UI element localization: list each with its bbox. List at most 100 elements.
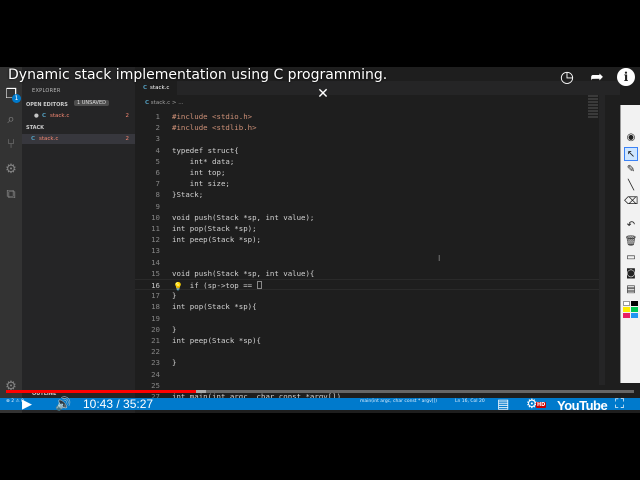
- search-icon[interactable]: ⌕: [3, 112, 19, 128]
- letterbox-top: [0, 0, 640, 67]
- line-icon[interactable]: ╲: [624, 179, 638, 193]
- code-line[interactable]: 21 int peep(Stack *sp){: [135, 335, 605, 346]
- monitor-icon[interactable]: ▭: [624, 251, 638, 265]
- code-line[interactable]: 2 #include <stdlib.h>: [135, 122, 605, 133]
- code-line[interactable]: 8 }Stack;: [135, 189, 605, 200]
- pen-icon[interactable]: ✎: [624, 163, 638, 177]
- open-editor-item[interactable]: ● C stack.c 2: [22, 111, 135, 121]
- mouse-cursor-icon: I: [438, 254, 441, 263]
- camera-icon[interactable]: ◙: [624, 267, 638, 281]
- color-swatch-green[interactable]: [631, 307, 638, 312]
- code-line[interactable]: 13: [135, 245, 605, 256]
- status-breadcrumb: main(int argc, char const * argv[]): [360, 399, 437, 404]
- code-text: }Stack;: [172, 190, 204, 200]
- code-line[interactable]: 11 int pop(Stack *sp);: [135, 223, 605, 234]
- eraser-icon[interactable]: ⌫: [624, 195, 638, 209]
- play-icon[interactable]: ▶: [22, 395, 32, 415]
- code-line[interactable]: 14: [135, 257, 605, 268]
- breadcrumb[interactable]: C stack.c > ...: [145, 100, 184, 106]
- watch-later-icon[interactable]: ◷: [557, 67, 577, 87]
- line-number: 9: [155, 201, 160, 211]
- open-editors-header[interactable]: OPEN EDITORS: [26, 102, 68, 108]
- line-number: 21: [151, 336, 160, 345]
- clipboard-icon[interactable]: ▤: [624, 283, 638, 297]
- pointer-icon[interactable]: ↖: [624, 147, 638, 161]
- eye-icon[interactable]: ◉: [624, 131, 638, 145]
- breadcrumb-file: stack.c: [150, 100, 171, 106]
- line-number: 3: [155, 134, 160, 144]
- undo-icon[interactable]: ↶: [624, 219, 638, 233]
- status-position[interactable]: Ln 16, Col 20: [455, 399, 485, 404]
- source-control-icon[interactable]: ⑂: [3, 137, 19, 153]
- line-number: 6: [155, 168, 160, 177]
- c-file-icon: C: [143, 85, 148, 91]
- extensions-icon[interactable]: ⧉: [3, 187, 19, 203]
- line-number: 19: [151, 313, 160, 323]
- code-line[interactable]: 7 int size;: [135, 178, 605, 189]
- editor-area[interactable]: Cstack.c C stack.c > ... 1 #include <stdi…: [135, 67, 620, 413]
- code-text: void push(Stack *sp, int value){: [172, 268, 315, 278]
- volume-icon[interactable]: 🔊: [55, 395, 71, 415]
- letterbox-bottom: [0, 413, 640, 480]
- problem-count: 2: [125, 113, 130, 119]
- code-line[interactable]: 17}: [135, 290, 605, 301]
- youtube-logo[interactable]: YouTube: [557, 398, 608, 413]
- minimap[interactable]: [588, 95, 598, 135]
- code-text: int pop(Stack *sp){: [172, 302, 257, 312]
- code-text: int peep(Stack *sp);: [172, 235, 261, 245]
- color-swatch-white[interactable]: [623, 301, 630, 306]
- fullscreen-icon[interactable]: ⛶: [615, 395, 624, 415]
- code-line[interactable]: 18 int pop(Stack *sp){: [135, 301, 605, 312]
- line-number: 2: [155, 123, 160, 133]
- video-title[interactable]: Dynamic stack implementation using C pro…: [8, 67, 387, 83]
- c-file-icon: C: [42, 113, 47, 119]
- code-text: typedef struct{: [172, 145, 239, 155]
- debug-icon[interactable]: ⚙: [3, 162, 19, 178]
- code-line[interactable]: 3: [135, 133, 605, 144]
- unsaved-badge: 1 UNSAVED: [74, 100, 109, 106]
- close-icon[interactable]: ✕: [314, 85, 332, 103]
- line-number: 14: [151, 257, 160, 267]
- code-text: int* data;: [172, 156, 235, 166]
- folder-header[interactable]: STACK: [26, 125, 44, 131]
- code-line[interactable]: 20}: [135, 324, 605, 335]
- c-file-icon: C: [145, 100, 150, 106]
- line-number: 17: [151, 291, 160, 301]
- folder-file-item[interactable]: C stack.c 2: [22, 134, 135, 144]
- time-display: 10:43 / 35:27: [83, 397, 154, 411]
- color-swatch-blue[interactable]: [631, 313, 638, 318]
- code-line[interactable]: 23}: [135, 357, 605, 368]
- code-line[interactable]: 5 int* data;: [135, 156, 605, 167]
- color-swatch-yellow[interactable]: [623, 307, 630, 312]
- tab-bar: Cstack.c: [135, 81, 620, 95]
- code-line[interactable]: 1 #include <stdio.h>: [135, 111, 605, 122]
- code-line[interactable]: 24: [135, 369, 605, 380]
- current-time: 10:43: [83, 397, 114, 411]
- code-line[interactable]: 9: [135, 201, 605, 212]
- line-number: 11: [151, 224, 160, 233]
- info-icon[interactable]: i: [617, 68, 635, 86]
- share-icon[interactable]: ➦: [587, 67, 607, 87]
- code-line[interactable]: 10 void push(Stack *sp, int value);: [135, 212, 605, 223]
- folder-filename: stack.c: [39, 136, 59, 142]
- trash-icon[interactable]: 🗑: [624, 235, 638, 249]
- color-swatch-magenta[interactable]: [623, 313, 630, 318]
- color-swatch-black[interactable]: [631, 301, 638, 306]
- subtitles-icon[interactable]: ▤: [497, 395, 509, 415]
- code-line[interactable]: 6 int top;: [135, 167, 605, 178]
- line-number: 8: [155, 190, 160, 200]
- code-line[interactable]: 4 typedef struct{: [135, 145, 605, 156]
- code-line[interactable]: 22: [135, 346, 605, 357]
- code-line[interactable]: 12 int peep(Stack *sp);: [135, 234, 605, 245]
- open-editor-filename: stack.c: [50, 113, 70, 119]
- tab-stack-c[interactable]: Cstack.c: [135, 81, 177, 95]
- code-line[interactable]: 19: [135, 313, 605, 324]
- code-line[interactable]: 15 void push(Stack *sp, int value){: [135, 268, 605, 279]
- editor-scrollbar[interactable]: [599, 95, 605, 385]
- explorer-sidebar: EXPLORER OPEN EDITORS 1 UNSAVED ● C stac…: [22, 67, 135, 413]
- code-text: #include <stdio.h>: [172, 112, 253, 121]
- code-line[interactable]: 16 💡 if (sp->top ==: [135, 279, 605, 291]
- problem-count: 2: [125, 136, 130, 142]
- hd-badge: HD: [536, 402, 547, 408]
- tab-label: stack.c: [150, 85, 170, 91]
